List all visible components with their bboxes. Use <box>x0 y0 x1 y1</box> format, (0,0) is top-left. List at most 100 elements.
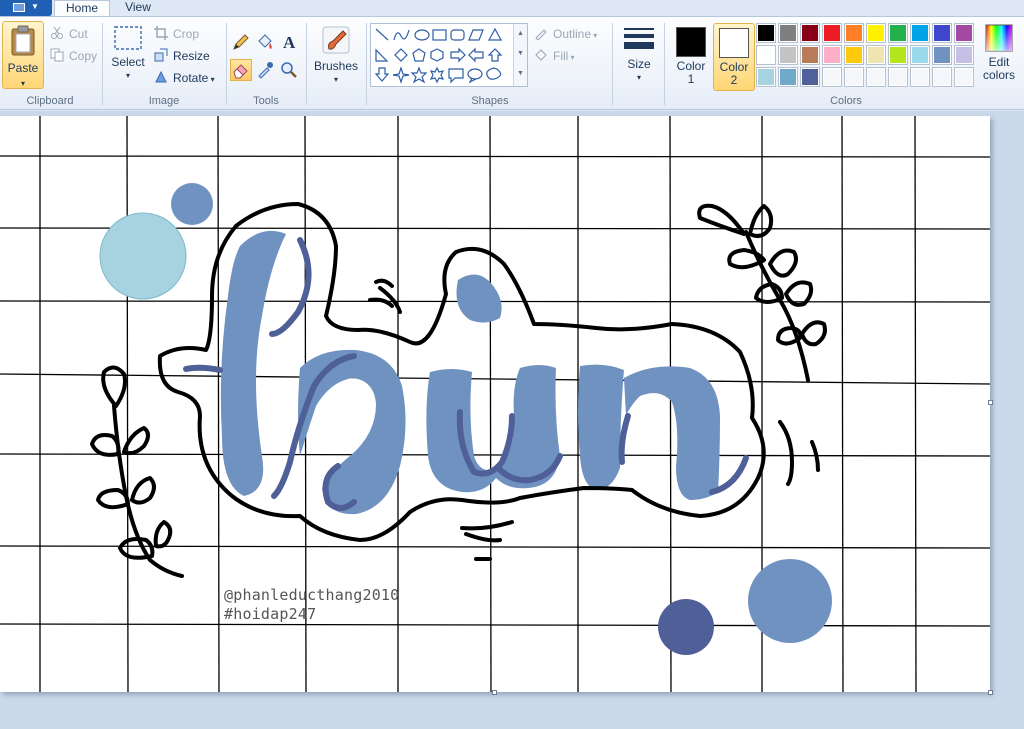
brushes-label: Brushes <box>313 59 359 73</box>
palette-swatch[interactable] <box>932 45 952 65</box>
crop-button[interactable]: Crop <box>154 25 199 43</box>
shapes-gallery[interactable]: ▲ ▼ ▼ <box>370 23 528 87</box>
drawing-canvas[interactable]: @phanleducthang2010 #hoidap247 <box>0 116 990 692</box>
palette-swatch[interactable] <box>778 67 798 87</box>
chevron-down-icon: ▾ <box>591 31 598 40</box>
palette-swatch[interactable] <box>800 67 820 87</box>
chevron-up-icon[interactable]: ▲ <box>514 24 527 44</box>
paste-label: Paste <box>7 61 39 75</box>
shape-fill-button[interactable]: Fill ▾ <box>534 47 575 65</box>
tab-home[interactable]: Home <box>54 0 110 16</box>
select-label: Select <box>111 55 145 69</box>
file-menu-button[interactable]: ▼ <box>0 0 52 16</box>
palette-swatch[interactable] <box>932 67 952 87</box>
palette-swatch-color <box>824 47 840 63</box>
fill-bucket-icon <box>535 49 547 61</box>
palette-swatch[interactable] <box>756 67 776 87</box>
palette-swatch[interactable] <box>778 45 798 65</box>
palette-swatch[interactable] <box>822 45 842 65</box>
palette-swatch-color <box>846 25 862 41</box>
color1-button[interactable]: Color 1 <box>670 23 712 91</box>
palette-swatch[interactable] <box>888 67 908 87</box>
chevron-down-icon: ▾ <box>208 75 215 84</box>
palette-swatch[interactable] <box>910 45 930 65</box>
ribbon: Paste ▾ Cut Copy Clipboard Select ▾ Crop… <box>0 16 1024 110</box>
palette-swatch-color <box>868 25 884 41</box>
gallery-expand-icon[interactable]: ▼ <box>514 64 527 84</box>
vine-left <box>90 365 184 578</box>
palette-swatch[interactable] <box>844 67 864 87</box>
palette-swatch-color <box>802 69 818 85</box>
rotate-label: Rotate <box>173 71 209 85</box>
cut-button[interactable]: Cut <box>50 25 88 43</box>
color-picker-tool[interactable] <box>254 59 276 81</box>
eraser-tool[interactable] <box>230 59 252 81</box>
palette-swatch[interactable] <box>866 23 886 43</box>
shape-fill-label: Fill <box>553 49 569 63</box>
palette-swatch[interactable] <box>800 23 820 43</box>
canvas-resize-handle-right[interactable] <box>988 400 993 405</box>
paste-button[interactable]: Paste ▾ <box>2 21 44 89</box>
palette-swatch-color <box>780 25 796 41</box>
shapes-group: ▲ ▼ ▼ Outline ▾ Fill ▾ Shapes <box>370 19 610 109</box>
palette-swatch-color <box>846 69 862 85</box>
select-button[interactable]: Select ▾ <box>108 23 148 89</box>
resize-label: Resize <box>173 49 210 63</box>
shape-outline-button[interactable]: Outline ▾ <box>534 25 597 43</box>
pencil-icon <box>233 34 249 50</box>
palette-swatch[interactable] <box>866 45 886 65</box>
palette-swatch[interactable] <box>954 23 974 43</box>
palette-swatch[interactable] <box>844 45 864 65</box>
fill-tool[interactable] <box>254 31 276 53</box>
shapes-gallery-scrollbar[interactable]: ▲ ▼ ▼ <box>513 24 527 86</box>
palette-swatch[interactable] <box>800 45 820 65</box>
palette-swatch[interactable] <box>954 45 974 65</box>
chevron-down-icon[interactable]: ▼ <box>514 44 527 64</box>
palette-swatch-color <box>758 47 774 63</box>
text-tool[interactable]: A <box>278 31 300 53</box>
palette-swatch-color <box>824 25 840 41</box>
palette-swatch[interactable] <box>822 67 842 87</box>
palette-swatch[interactable] <box>954 67 974 87</box>
shapes-gallery-icons <box>374 27 503 84</box>
size-button[interactable]: Size ▾ <box>618 23 660 89</box>
pencil-tool[interactable] <box>230 31 252 53</box>
magnifier-tool[interactable] <box>278 59 300 81</box>
canvas-resize-handle-corner[interactable] <box>988 690 993 695</box>
palette-swatch[interactable] <box>888 45 908 65</box>
watermark-hashtag: #hoidap247 <box>224 605 317 623</box>
palette-swatch[interactable] <box>756 45 776 65</box>
palette-swatch-color <box>890 69 906 85</box>
canvas-resize-handle-bottom[interactable] <box>492 690 497 695</box>
resize-button[interactable]: Resize <box>154 47 210 65</box>
brushes-button[interactable]: Brushes ▾ <box>312 23 360 89</box>
image-group: Select ▾ Crop Resize Rotate ▾ Image <box>104 19 224 109</box>
palette-swatch-color <box>846 47 862 63</box>
color2-button[interactable]: Color 2 <box>713 23 755 91</box>
palette-swatch-color <box>758 69 774 85</box>
palette-swatch-color <box>868 47 884 63</box>
palette-swatch-color <box>956 25 972 41</box>
palette-swatch[interactable] <box>822 23 842 43</box>
ribbon-tab-strip: ▼ Home View <box>0 0 1024 16</box>
palette-swatch[interactable] <box>932 23 952 43</box>
palette-swatch[interactable] <box>866 67 886 87</box>
palette-swatch[interactable] <box>778 23 798 43</box>
clipboard-group: Paste ▾ Cut Copy Clipboard <box>0 19 100 109</box>
palette-swatch[interactable] <box>756 23 776 43</box>
brushes-group: Brushes ▾ <box>308 19 364 109</box>
crop-label: Crop <box>173 27 200 41</box>
palette-swatch-color <box>890 25 906 41</box>
palette-swatch[interactable] <box>910 23 930 43</box>
palette-swatch[interactable] <box>888 23 908 43</box>
palette-swatch-color <box>802 25 818 41</box>
palette-swatch-color <box>934 25 950 41</box>
edit-colors-button[interactable]: Edit colors <box>978 23 1020 89</box>
tab-view[interactable]: View <box>116 0 160 16</box>
copy-button[interactable]: Copy <box>50 47 97 65</box>
palette-swatch-color <box>802 47 818 63</box>
palette-swatch[interactable] <box>844 23 864 43</box>
palette-swatch[interactable] <box>910 67 930 87</box>
rotate-button[interactable]: Rotate ▾ <box>154 69 215 87</box>
decorative-circle-small <box>171 183 213 225</box>
